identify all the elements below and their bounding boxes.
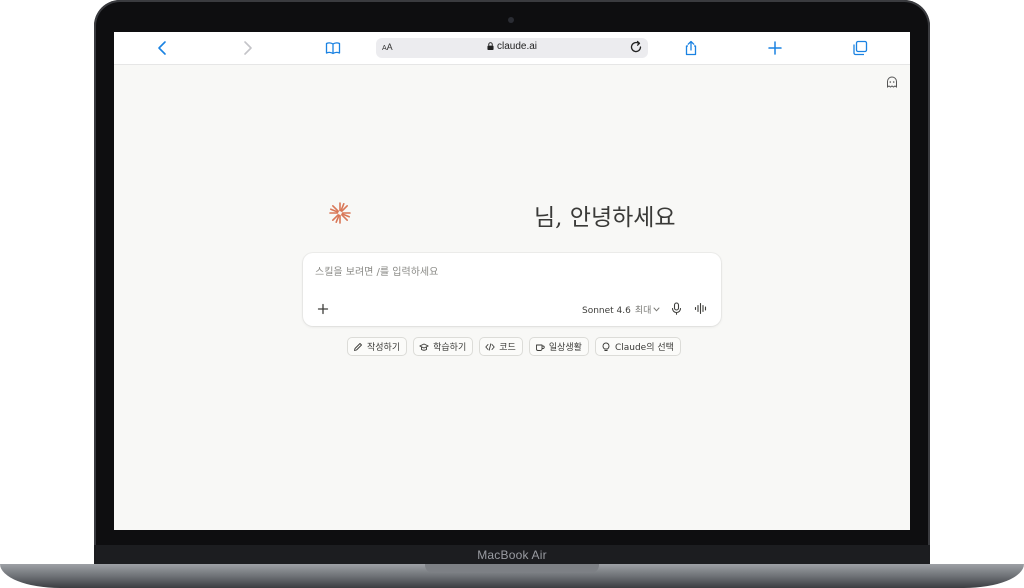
chip-label: 작성하기: [367, 343, 401, 353]
reload-icon[interactable]: [629, 40, 643, 54]
lock-icon: [487, 42, 494, 50]
chip-code[interactable]: 코드: [479, 337, 523, 356]
chevron-right-icon[interactable]: [238, 39, 256, 57]
suggestion-chips: 작성하기 학습하기 코드 일상생활 Claude의 선택: [347, 337, 681, 357]
browser-toolbar: AA claude.ai: [114, 32, 910, 65]
chevron-down-icon: [653, 307, 660, 312]
code-icon: [485, 342, 495, 351]
coffee-cup-icon: [535, 344, 545, 351]
model-selector[interactable]: Sonnet 4.6 최대: [582, 303, 660, 316]
microphone-icon[interactable]: [670, 302, 683, 315]
prompt-input[interactable]: [315, 264, 675, 280]
address-bar[interactable]: AA claude.ai: [376, 38, 648, 58]
tabs-icon[interactable]: [851, 39, 869, 57]
laptop-notch: [425, 564, 599, 573]
chevron-left-icon[interactable]: [154, 39, 172, 57]
chip-claudes-choice[interactable]: Claude의 선택: [594, 337, 681, 356]
greeting-heading: 님, 안녕하세요: [534, 205, 676, 231]
chip-daily-life[interactable]: 일상생활: [528, 337, 589, 356]
voice-waveform-icon[interactable]: [694, 302, 708, 315]
url-text: claude.ai: [496, 41, 538, 52]
graduation-cap-icon: [419, 343, 429, 351]
share-icon[interactable]: [682, 39, 700, 57]
camera-dot: [508, 17, 514, 23]
book-icon[interactable]: [324, 39, 342, 57]
chip-learn[interactable]: 학습하기: [413, 337, 474, 356]
chip-write[interactable]: 작성하기: [347, 337, 408, 356]
claude-starburst-icon: [329, 202, 351, 224]
chip-label: 코드: [499, 343, 516, 353]
ghost-icon[interactable]: [886, 76, 898, 88]
plus-icon[interactable]: [316, 302, 330, 316]
pencil-icon: [354, 342, 362, 351]
device-model-label: MacBook Air: [477, 548, 547, 562]
effort-level: 최대: [634, 306, 652, 316]
screen: AA claude.ai 님, 안녕하세요 스킬을 보려면 /를 입력하세요 S…: [114, 32, 910, 530]
plus-icon[interactable]: [766, 39, 784, 57]
chip-label: 일상생활: [548, 343, 582, 353]
message-composer: Sonnet 4.6최대: [303, 253, 721, 326]
chip-label: Claude의 선택: [614, 343, 674, 353]
chip-label: 학습하기: [433, 343, 467, 353]
model-name: Sonnet 4.6: [582, 306, 631, 316]
lightbulb-icon: [602, 342, 610, 351]
